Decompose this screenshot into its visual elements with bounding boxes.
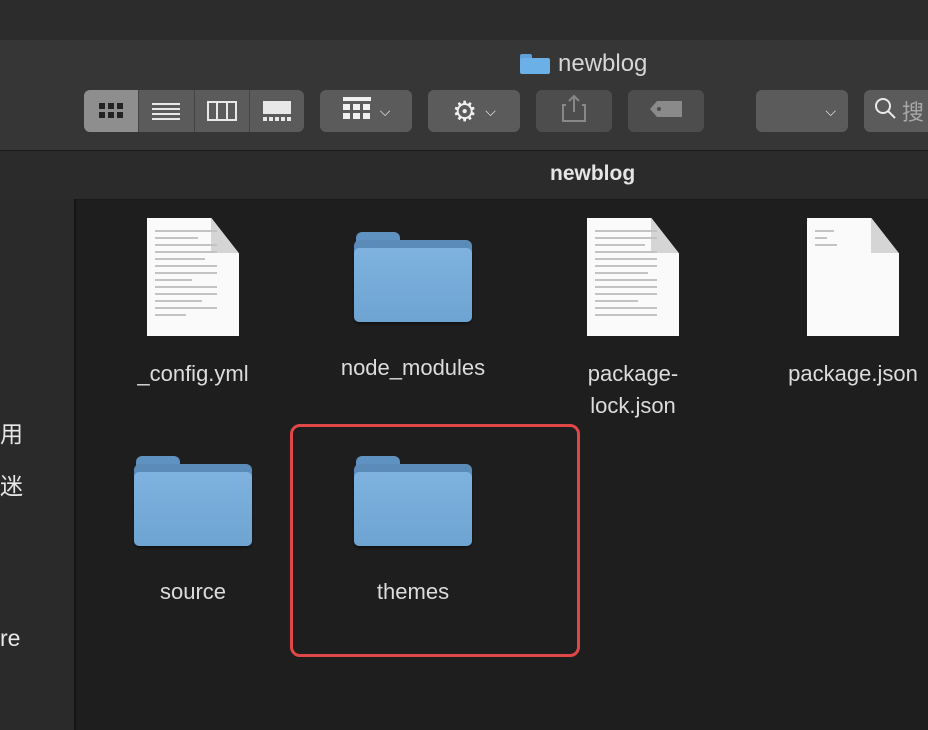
file-name: package.json xyxy=(788,361,918,386)
view-mode-segmented-control[interactable] xyxy=(84,90,304,132)
search-icon xyxy=(874,97,896,125)
file-item[interactable]: package- lock.json xyxy=(543,218,723,422)
window-title: newblog xyxy=(520,50,647,78)
file-item[interactable]: package.json xyxy=(763,218,928,390)
folder-icon xyxy=(354,232,472,324)
file-name: _config.yml xyxy=(137,361,249,386)
path-bar xyxy=(0,150,928,200)
sidebar-item-fragment[interactable]: 用 xyxy=(0,415,23,449)
sidebar-item-fragment[interactable]: 迷 xyxy=(0,467,23,501)
chevron-down-icon: ⌵ xyxy=(825,102,836,119)
highlight-box xyxy=(290,424,580,657)
search-placeholder: 搜 xyxy=(902,100,925,125)
window-title-text: newblog xyxy=(558,50,648,77)
window-title-bar xyxy=(0,0,928,41)
share-icon xyxy=(562,94,586,128)
share-button[interactable] xyxy=(536,90,612,132)
file-item[interactable]: node_modules xyxy=(323,232,503,384)
action-button[interactable]: ⚙ ⌵ xyxy=(428,90,520,132)
tag-button[interactable] xyxy=(628,90,704,132)
column-view-icon[interactable] xyxy=(195,90,250,132)
document-icon xyxy=(807,218,899,336)
search-field[interactable]: 搜 xyxy=(864,90,928,132)
file-name: package- lock.json xyxy=(587,361,679,418)
group-button[interactable]: ⌵ xyxy=(320,90,412,132)
folder-icon xyxy=(134,456,252,548)
sidebar-item-fragment[interactable]: re xyxy=(0,625,20,652)
file-name: node_modules xyxy=(340,355,486,380)
document-icon xyxy=(587,218,679,336)
list-view-icon[interactable] xyxy=(139,90,195,132)
grid-group-icon xyxy=(342,96,372,126)
gear-icon: ⚙ xyxy=(452,95,478,127)
tag-icon xyxy=(649,98,683,124)
gallery-view-icon[interactable] xyxy=(250,90,304,132)
document-icon xyxy=(147,218,239,336)
path-bar-label: newblog xyxy=(550,162,636,185)
file-item[interactable]: _config.yml xyxy=(103,218,283,390)
file-item[interactable]: source xyxy=(103,456,283,608)
chevron-down-icon: ⌵ xyxy=(379,102,391,119)
chevron-down-icon: ⌵ xyxy=(485,102,496,119)
folder-icon xyxy=(520,54,550,74)
icon-view-icon[interactable] xyxy=(84,90,140,132)
file-name: source xyxy=(159,579,227,604)
sidebar: 用 迷 re xyxy=(0,199,76,730)
arrange-dropdown[interactable]: ⌵ xyxy=(756,90,848,132)
